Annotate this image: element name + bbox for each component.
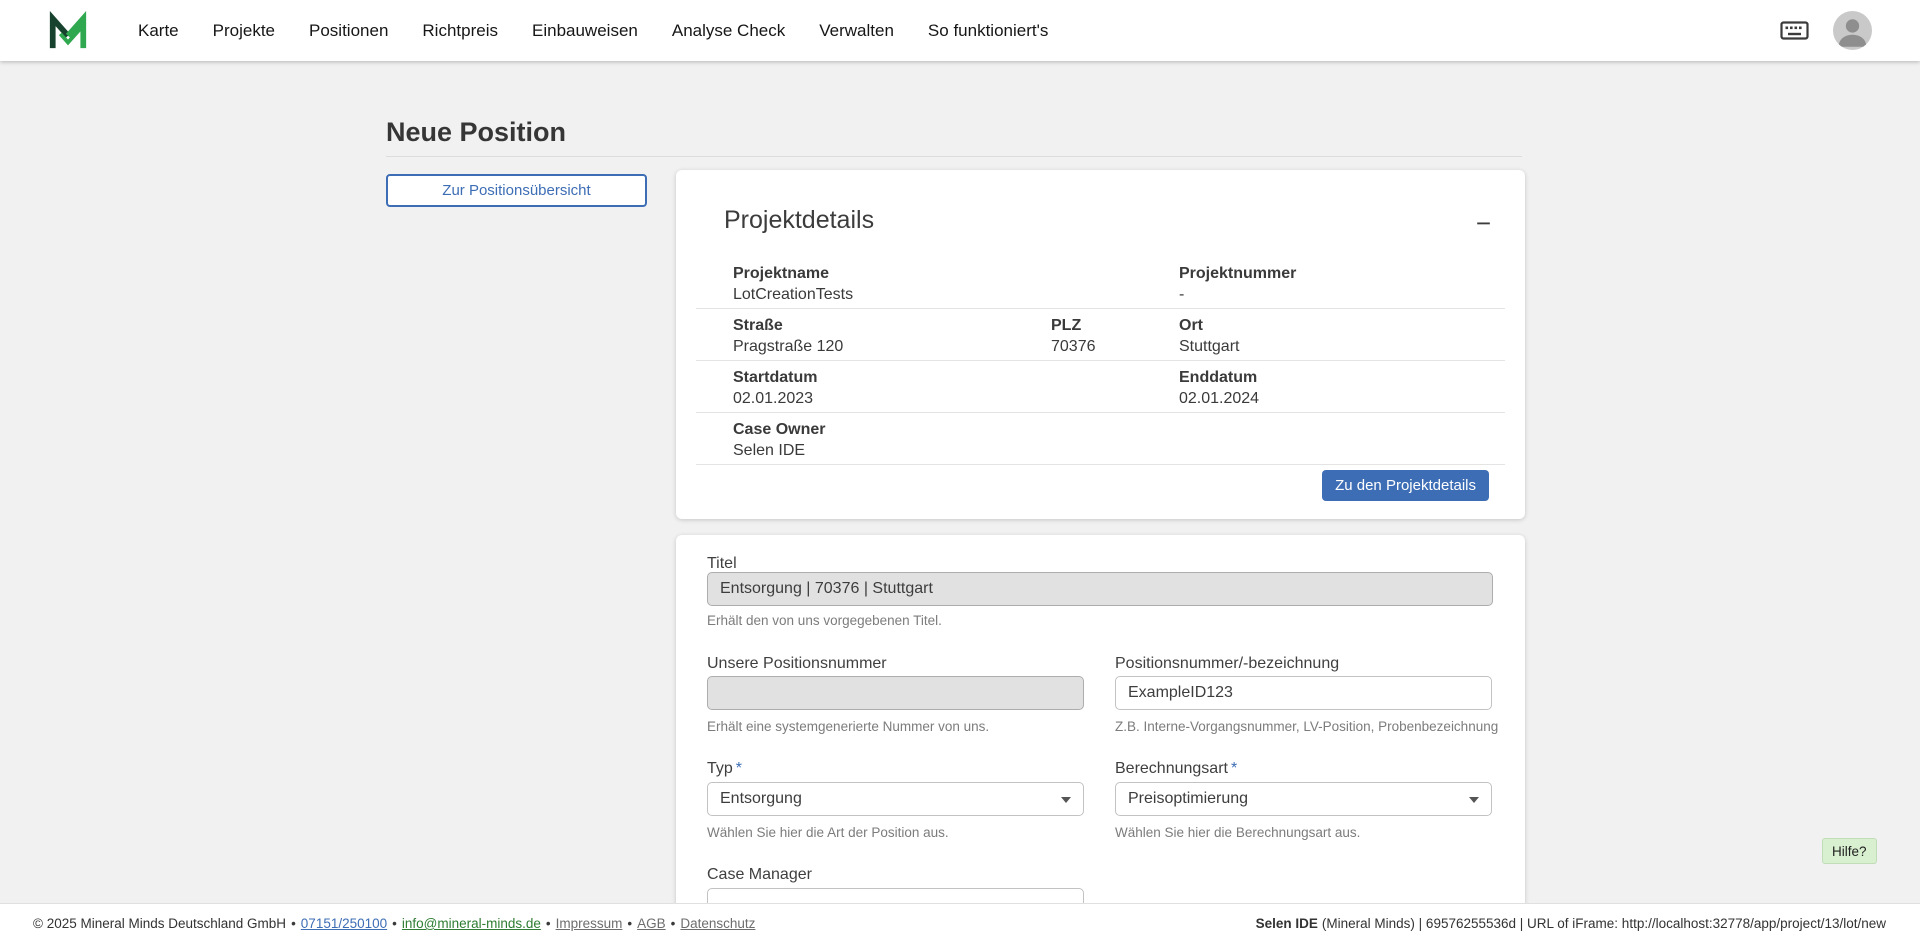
page-footer: © 2025 Mineral Minds Deutschland GmbH • … <box>0 903 1920 943</box>
nav-item-positionen[interactable]: Positionen <box>309 21 388 41</box>
berechnungsart-label-text: Berechnungsart <box>1115 760 1228 777</box>
titel-label: Titel <box>707 554 737 573</box>
field-label: PLZ <box>1051 316 1179 336</box>
navbar-right-section <box>1780 11 1872 50</box>
collapse-icon[interactable]: − <box>1476 210 1491 236</box>
field-value: Stuttgart <box>1179 336 1505 357</box>
footer-left: © 2025 Mineral Minds Deutschland GmbH • … <box>33 916 755 931</box>
separator-dot: • <box>392 916 397 931</box>
field-startdatum: Startdatum 02.01.2023 <box>733 368 1179 412</box>
separator-dot: • <box>627 916 632 931</box>
field-enddatum: Enddatum 02.01.2024 <box>1179 368 1505 412</box>
user-avatar[interactable] <box>1833 11 1872 50</box>
unsere-positionsnummer-input <box>707 676 1084 710</box>
chevron-down-icon <box>1469 797 1479 803</box>
field-value: 70376 <box>1051 336 1179 357</box>
page-title: Neue Position <box>386 116 566 148</box>
unsere-positionsnummer-label-text: Unsere Positionsnummer <box>707 655 887 672</box>
typ-select[interactable]: Entsorgung <box>707 782 1084 816</box>
table-row: Straße Pragstraße 120 PLZ 70376 Ort Stut… <box>696 309 1505 361</box>
keyboard-icon[interactable] <box>1780 19 1809 42</box>
typ-helper: Wählen Sie hier die Art der Position aus… <box>707 825 949 840</box>
project-details-table: Projektname LotCreationTests Projektnumm… <box>696 257 1505 465</box>
nav-item-so-funktionierts[interactable]: So funktioniert's <box>928 21 1048 41</box>
positionsnummer-helper: Z.B. Interne-Vorgangsnummer, LV-Position… <box>1115 719 1498 734</box>
unsere-positionsnummer-helper: Erhält eine systemgenerierte Nummer von … <box>707 719 989 734</box>
field-label: Straße <box>733 316 1051 336</box>
help-button[interactable]: Hilfe? <box>1822 838 1877 864</box>
typ-select-value: Entsorgung <box>720 790 802 808</box>
field-label: Projektname <box>733 264 1179 284</box>
field-projektnummer: Projektnummer - <box>1179 264 1505 308</box>
datenschutz-link[interactable]: Datenschutz <box>680 916 755 931</box>
case-manager-label-text: Case Manager <box>707 866 812 883</box>
typ-label-text: Typ <box>707 760 733 777</box>
table-row: Case Owner Selen IDE <box>696 413 1505 465</box>
berechnungsart-helper: Wählen Sie hier die Berechnungsart aus. <box>1115 825 1360 840</box>
field-label: Ort <box>1179 316 1505 336</box>
project-details-card: Projektdetails − Projektname LotCreation… <box>676 170 1525 519</box>
chevron-down-icon <box>1061 797 1071 803</box>
field-value: LotCreationTests <box>733 284 1179 305</box>
go-to-project-details-button[interactable]: Zu den Projektdetails <box>1322 470 1489 501</box>
separator-dot: • <box>671 916 676 931</box>
field-label: Case Owner <box>733 420 1505 440</box>
agb-link[interactable]: AGB <box>637 916 666 931</box>
field-value: 02.01.2023 <box>733 388 1179 409</box>
field-value: Selen IDE <box>733 440 1505 461</box>
main-navigation: Karte Projekte Positionen Richtpreis Ein… <box>138 21 1048 41</box>
phone-link[interactable]: 07151/250100 <box>301 916 387 931</box>
person-icon <box>1833 11 1872 50</box>
project-details-title: Projektdetails <box>724 206 874 235</box>
title-divider <box>386 156 1522 157</box>
berechnungsart-label: Berechnungsart* <box>1115 759 1237 778</box>
table-row: Startdatum 02.01.2023 Enddatum 02.01.202… <box>696 361 1505 413</box>
new-position-form-card: Titel Erhält den von uns vorgegebenen Ti… <box>676 535 1525 927</box>
email-link[interactable]: info@mineral-minds.de <box>402 916 541 931</box>
required-asterisk: * <box>1231 760 1237 777</box>
typ-label: Typ* <box>707 759 742 778</box>
footer-user-name: Selen IDE <box>1256 916 1318 931</box>
table-row: Projektname LotCreationTests Projektnumm… <box>696 257 1505 309</box>
nav-item-verwalten[interactable]: Verwalten <box>819 21 894 41</box>
titel-input <box>707 572 1493 606</box>
top-navbar: Karte Projekte Positionen Richtpreis Ein… <box>0 0 1920 61</box>
field-label: Startdatum <box>733 368 1179 388</box>
field-strasse: Straße Pragstraße 120 <box>733 316 1051 360</box>
nav-item-projekte[interactable]: Projekte <box>213 21 275 41</box>
mineral-minds-logo <box>47 10 89 52</box>
case-manager-label: Case Manager <box>707 865 812 884</box>
nav-item-richtpreis[interactable]: Richtpreis <box>422 21 498 41</box>
footer-session-text: (Mineral Minds) | 69576255536d | URL of … <box>1322 916 1886 931</box>
positionsnummer-label-text: Positionsnummer/-bezeichnung <box>1115 655 1339 672</box>
positionsnummer-input[interactable] <box>1115 676 1492 710</box>
field-value: - <box>1179 284 1505 305</box>
impressum-link[interactable]: Impressum <box>556 916 623 931</box>
logo-m-icon <box>47 10 89 52</box>
separator-dot: • <box>291 916 296 931</box>
field-label: Enddatum <box>1179 368 1505 388</box>
positionsnummer-label: Positionsnummer/-bezeichnung <box>1115 654 1339 673</box>
field-ort: Ort Stuttgart <box>1179 316 1505 360</box>
field-value: Pragstraße 120 <box>733 336 1051 357</box>
separator-dot: • <box>546 916 551 931</box>
nav-item-einbauweisen[interactable]: Einbauweisen <box>532 21 638 41</box>
footer-session-info: Selen IDE (Mineral Minds) | 69576255536d … <box>1256 916 1886 931</box>
berechnungsart-select[interactable]: Preisoptimierung <box>1115 782 1492 816</box>
nav-item-karte[interactable]: Karte <box>138 21 179 41</box>
back-to-positions-button[interactable]: Zur Positionsübersicht <box>386 174 647 207</box>
field-case-owner: Case Owner Selen IDE <box>733 420 1505 464</box>
titel-label-text: Titel <box>707 555 737 572</box>
required-asterisk: * <box>736 760 742 777</box>
field-value: 02.01.2024 <box>1179 388 1505 409</box>
copyright-text: © 2025 Mineral Minds Deutschland GmbH <box>33 916 286 931</box>
field-projektname: Projektname LotCreationTests <box>733 264 1179 308</box>
field-label: Projektnummer <box>1179 264 1505 284</box>
titel-helper: Erhält den von uns vorgegebenen Titel. <box>707 613 942 628</box>
nav-item-analyse-check[interactable]: Analyse Check <box>672 21 785 41</box>
unsere-positionsnummer-label: Unsere Positionsnummer <box>707 654 887 673</box>
field-plz: PLZ 70376 <box>1051 316 1179 360</box>
berechnungsart-select-value: Preisoptimierung <box>1128 790 1248 808</box>
